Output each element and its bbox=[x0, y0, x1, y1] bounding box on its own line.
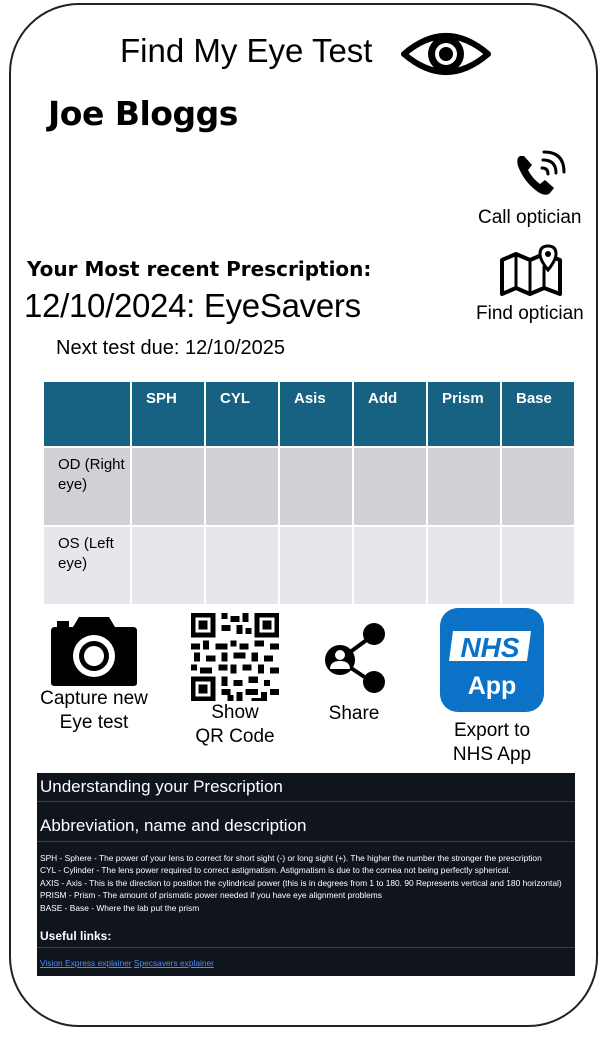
column-header-sph: SPH bbox=[130, 380, 206, 448]
row-label-od: OD (Right eye) bbox=[42, 446, 132, 527]
camera-icon bbox=[51, 617, 137, 686]
definition-base: BASE - Base - Where the lab put the pris… bbox=[40, 902, 200, 913]
qr-code-icon bbox=[191, 613, 279, 701]
table-cell bbox=[426, 446, 502, 527]
definition-axis: AXIS - Axis - This is the direction to p… bbox=[40, 877, 562, 888]
recent-prescription-heading: Your Most recent Prescription: bbox=[27, 257, 372, 281]
capture-eye-test-label: Capture new Eye test bbox=[40, 688, 148, 733]
column-header-add: Add bbox=[352, 380, 428, 448]
app-title: Find My Eye Test bbox=[120, 32, 373, 69]
nhs-app-icon: NHS App bbox=[440, 608, 544, 712]
column-header-prism: Prism bbox=[426, 380, 502, 448]
table-cell bbox=[278, 446, 354, 527]
capture-eye-test-button[interactable]: Capture new Eye test bbox=[30, 613, 158, 735]
definition-sph: SPH - Sphere - The power of your lens to… bbox=[40, 853, 542, 863]
divider bbox=[37, 801, 575, 802]
map-pin-icon[interactable] bbox=[498, 244, 566, 298]
definitions-list: SPH - Sphere - The power of your lens to… bbox=[40, 852, 562, 914]
call-optician-label[interactable]: Call optician bbox=[478, 207, 582, 229]
eye-icon bbox=[401, 33, 491, 75]
table-row: OS (Left eye) bbox=[42, 525, 576, 606]
table-cell bbox=[500, 446, 576, 527]
show-qr-code-button[interactable]: Show QR Code bbox=[180, 613, 290, 749]
table-cell bbox=[204, 446, 280, 527]
table-cell bbox=[426, 525, 502, 606]
explainer-subtitle: Abbreviation, name and description bbox=[40, 816, 307, 835]
prescription-explainer-panel: Understanding your Prescription Abbrevia… bbox=[37, 773, 575, 976]
column-header-cyl: CYL bbox=[204, 380, 280, 448]
definition-cyl: CYL - Cylinder - The lens power required… bbox=[40, 865, 511, 876]
row-label-os: OS (Left eye) bbox=[42, 525, 132, 606]
definition-prism: PRISM - Prism - The amount of prismatic … bbox=[40, 890, 382, 901]
share-button[interactable]: Share bbox=[314, 620, 394, 726]
table-header-row: SPH CYL Asis Add Prism Base bbox=[42, 380, 576, 448]
column-header-base: Base bbox=[500, 380, 576, 448]
table-cell bbox=[500, 525, 576, 606]
table-cell bbox=[130, 446, 206, 527]
recent-prescription-summary: 12/10/2024: EyeSavers bbox=[24, 287, 361, 324]
nhs-logo-text: NHS bbox=[460, 632, 519, 663]
divider bbox=[37, 947, 575, 948]
prescription-table: SPH CYL Asis Add Prism Base OD (Right ey… bbox=[42, 380, 576, 606]
nhs-app-text: App bbox=[468, 672, 517, 700]
export-nhs-app-button[interactable]: NHS App Export to NHS App bbox=[432, 607, 552, 767]
share-label: Share bbox=[328, 703, 380, 724]
explainer-title: Understanding your Prescription bbox=[40, 777, 283, 796]
table-cell bbox=[204, 525, 280, 606]
export-nhs-app-label: Export to NHS App bbox=[452, 720, 532, 765]
useful-links-heading: Useful links: bbox=[40, 929, 112, 943]
user-name: Joe Bloggs bbox=[48, 94, 238, 133]
next-test-due: Next test due: 12/10/2025 bbox=[56, 337, 286, 359]
phone-icon[interactable] bbox=[512, 148, 568, 200]
table-cell bbox=[130, 525, 206, 606]
column-header bbox=[42, 380, 132, 448]
share-icon bbox=[325, 623, 385, 693]
divider bbox=[37, 841, 575, 842]
table-row: OD (Right eye) bbox=[42, 446, 576, 527]
show-qr-code-label: Show QR Code bbox=[195, 702, 275, 747]
table-cell bbox=[352, 525, 428, 606]
table-cell bbox=[278, 525, 354, 606]
column-header-asis: Asis bbox=[278, 380, 354, 448]
vision-express-link[interactable]: Vision Express explainer bbox=[40, 958, 132, 968]
table-cell bbox=[352, 446, 428, 527]
find-optician-label[interactable]: Find optician bbox=[476, 303, 584, 325]
useful-links: Vision Express explainer Specsavers expl… bbox=[40, 958, 214, 968]
specsavers-link[interactable]: Specsavers explainer bbox=[134, 958, 214, 968]
